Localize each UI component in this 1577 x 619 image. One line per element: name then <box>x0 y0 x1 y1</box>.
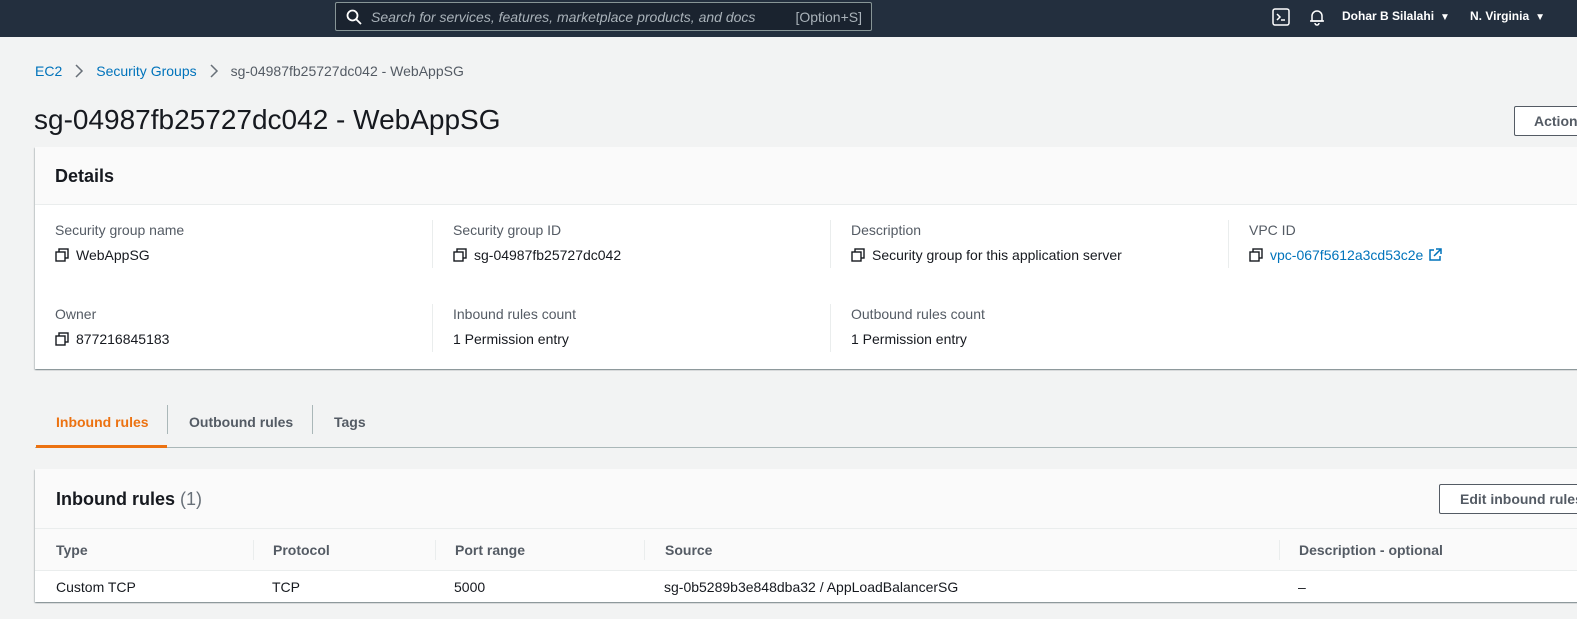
field-inbound-rules-count: Inbound rules count 1 Permission entry <box>453 306 576 347</box>
cell-port-range: 5000 <box>454 579 486 595</box>
heading-text: Inbound rules <box>56 489 175 509</box>
cloudshell-icon[interactable] <box>1272 8 1290 26</box>
cell-type: Custom TCP <box>56 579 136 595</box>
external-link-icon[interactable] <box>1428 248 1443 262</box>
cell-protocol: TCP <box>272 579 300 595</box>
field-label: Inbound rules count <box>453 306 576 322</box>
divider <box>432 304 433 352</box>
copy-icon[interactable] <box>55 332 69 346</box>
user-name: Dohar B Silalahi <box>1342 9 1435 23</box>
breadcrumb-ec2[interactable]: EC2 <box>35 63 62 79</box>
field-label: Description <box>851 222 922 238</box>
tab-outbound-rules[interactable]: Outbound rules <box>168 396 314 448</box>
field-value: Security group for this application serv… <box>872 247 1122 263</box>
user-menu[interactable]: Dohar B Silalahi ▼ <box>1342 9 1450 23</box>
tab-inbound-rules[interactable]: Inbound rules <box>35 396 170 448</box>
breadcrumb: EC2 Security Groups sg-04987fb25727dc042… <box>35 63 464 79</box>
active-tab-indicator <box>36 445 167 448</box>
page-title: sg-04987fb25727dc042 - WebAppSG <box>34 104 501 135</box>
cell-description: – <box>1298 579 1306 595</box>
divider <box>1228 220 1229 268</box>
field-label: VPC ID <box>1249 222 1296 238</box>
field-security-group-id: Security group ID sg-04987fb25727dc042 <box>453 222 621 263</box>
divider <box>830 220 831 268</box>
inbound-rules-panel: Inbound rules (1) Edit inbound rules Typ… <box>35 469 1577 602</box>
breadcrumb-security-groups[interactable]: Security Groups <box>96 63 196 79</box>
inbound-rules-heading: Inbound rules (1) <box>35 469 1577 529</box>
field-value: 1 Permission entry <box>453 331 569 347</box>
divider <box>644 540 645 560</box>
details-heading: Details <box>35 147 1577 205</box>
field-outbound-rules-count: Outbound rules count 1 Permission entry <box>851 306 985 347</box>
field-label: Outbound rules count <box>851 306 985 322</box>
field-value: 877216845183 <box>76 331 170 347</box>
column-header-description[interactable]: Description - optional <box>1299 542 1443 558</box>
chevron-right-icon <box>75 64 84 78</box>
table-row[interactable]: Custom TCP TCP 5000 sg-0b5289b3e848dba32… <box>35 571 1577 602</box>
cell-source: sg-0b5289b3e848dba32 / AppLoadBalancerSG <box>664 579 959 595</box>
field-owner: Owner 877216845183 <box>55 306 169 347</box>
divider <box>253 540 254 560</box>
region-name: N. Virginia <box>1470 9 1530 23</box>
field-security-group-name: Security group name WebAppSG <box>55 222 184 263</box>
column-header-protocol[interactable]: Protocol <box>273 542 330 558</box>
column-header-port-range[interactable]: Port range <box>455 542 525 558</box>
edit-inbound-rules-button[interactable]: Edit inbound rules <box>1439 484 1577 514</box>
field-value: 1 Permission entry <box>851 331 967 347</box>
vpc-id-link[interactable]: vpc-067f5612a3cd53c2e <box>1270 247 1423 263</box>
divider <box>830 304 831 352</box>
field-label: Security group ID <box>453 222 562 238</box>
divider <box>1279 540 1280 560</box>
field-value: sg-04987fb25727dc042 <box>474 247 622 263</box>
divider <box>435 540 436 560</box>
notifications-bell-icon[interactable] <box>1308 8 1326 26</box>
tab-tags[interactable]: Tags <box>313 396 387 448</box>
field-label: Owner <box>55 306 97 322</box>
rules-count: (1) <box>180 489 203 509</box>
divider <box>432 220 433 268</box>
field-value: WebAppSG <box>76 247 150 263</box>
top-navigation: Search for services, features, marketpla… <box>0 0 1577 37</box>
table-header: Type Protocol Port range Source Descript… <box>35 529 1577 571</box>
breadcrumb-current: sg-04987fb25727dc042 - WebAppSG <box>230 63 464 79</box>
search-shortcut: [Option+S] <box>795 9 862 25</box>
actions-button[interactable]: Actions <box>1514 106 1577 136</box>
copy-icon[interactable] <box>851 248 865 262</box>
copy-icon[interactable] <box>55 248 69 262</box>
search-input[interactable]: Search for services, features, marketpla… <box>371 9 755 25</box>
copy-icon[interactable] <box>1249 248 1263 262</box>
column-header-type[interactable]: Type <box>56 542 88 558</box>
search-bar[interactable]: Search for services, features, marketpla… <box>335 2 872 31</box>
field-label: Security group name <box>55 222 185 238</box>
caret-down-icon: ▼ <box>1440 12 1450 23</box>
field-description: Description Security group for this appl… <box>851 222 1122 263</box>
copy-icon[interactable] <box>453 248 467 262</box>
chevron-right-icon <box>210 64 218 78</box>
search-icon <box>346 9 362 25</box>
column-header-source[interactable]: Source <box>665 542 712 558</box>
caret-down-icon: ▼ <box>1535 12 1546 23</box>
tab-bar: Inbound rules Outbound rules Tags <box>35 396 1577 448</box>
region-menu[interactable]: N. Virginia ▼ <box>1470 9 1545 23</box>
field-vpc-id: VPC ID vpc-067f5612a3cd53c2e <box>1249 222 1443 263</box>
details-panel: Details Security group name WebAppSG Sec… <box>35 147 1577 369</box>
